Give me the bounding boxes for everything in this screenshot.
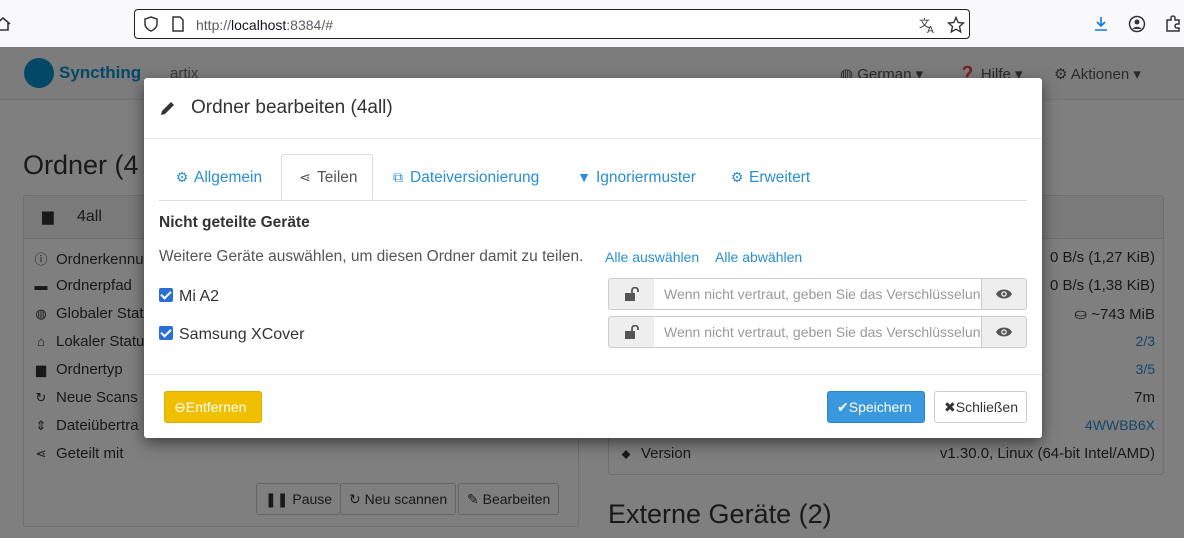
unshared-devices-title: Nicht geteilte Geräte xyxy=(159,214,310,231)
extensions-icon[interactable] xyxy=(1164,15,1182,33)
browser-toolbar: http://localhost:8384/# 文 A xyxy=(0,0,1184,48)
device-name-label: Samsung XCover xyxy=(179,326,305,343)
tab-label: Ignoriermuster xyxy=(596,169,696,186)
tab-label: Allgemein xyxy=(194,169,263,186)
tab-file-versioning[interactable]: ⧉ Dateiversionierung xyxy=(390,154,539,200)
tab-label: Erweitert xyxy=(749,169,811,186)
device-checkbox[interactable] xyxy=(159,288,173,302)
deselect-all-link[interactable]: Alle abwählen xyxy=(715,249,802,265)
minus-circle-icon: ⊖ xyxy=(174,399,186,415)
modal-header: Ordner bearbeiten (4all) xyxy=(144,78,1042,139)
remove-button[interactable]: ⊖Entfernen xyxy=(164,391,262,423)
eye-icon xyxy=(996,327,1012,337)
device-row-mi-a2[interactable]: Mi A2 xyxy=(159,288,219,308)
url-path: :8384/# xyxy=(286,17,334,33)
unlock-toggle[interactable] xyxy=(608,316,655,348)
save-label: Speichern xyxy=(848,399,912,415)
tab-general[interactable]: ⚙ Allgemein xyxy=(174,154,262,200)
edit-folder-modal: Ordner bearbeiten (4all) ⚙ Allgemein ⋖ Tei… xyxy=(144,78,1042,438)
translate-icon[interactable]: 文 A xyxy=(919,16,937,34)
password-group-samsung-xcover: Wenn nicht vertraut, geben Sie das Versc… xyxy=(608,316,1027,348)
modal-tabs: ⚙ Allgemein ⋖ Teilen ⧉ Dateiversionierung ▼… xyxy=(159,154,1027,201)
device-row-samsung-xcover[interactable]: Samsung XCover xyxy=(159,326,304,346)
shield-icon[interactable] xyxy=(143,16,159,32)
select-all-link[interactable]: Alle auswählen xyxy=(605,249,699,265)
tab-ignore-patterns[interactable]: ▼ Ignoriermuster xyxy=(576,154,696,200)
save-button[interactable]: ✔Speichern xyxy=(827,391,925,423)
modal-footer: ⊖Entfernen ✔Speichern ✖Schließen xyxy=(144,374,1042,439)
device-checkbox[interactable] xyxy=(159,326,173,340)
url-text[interactable]: http://localhost:8384/# xyxy=(196,17,333,33)
home-icon[interactable] xyxy=(0,15,12,33)
remove-label: Entfernen xyxy=(185,399,247,415)
show-password-button[interactable] xyxy=(981,278,1027,310)
copy-icon: ⧉ xyxy=(393,169,403,185)
gears-icon: ⚙ xyxy=(730,169,744,185)
account-icon[interactable] xyxy=(1128,15,1146,33)
share-help-text: Weitere Geräte auswählen, um diesen Ordn… xyxy=(159,248,584,265)
unlock-icon xyxy=(624,286,639,301)
close-label: Schließen xyxy=(955,399,1018,415)
close-icon: ✖ xyxy=(944,399,956,415)
device-name-label: Mi A2 xyxy=(179,288,220,305)
close-button[interactable]: ✖Schließen xyxy=(934,391,1027,423)
password-field[interactable]: Wenn nicht vertraut, geben Sie das Versc… xyxy=(654,278,981,310)
svg-text:A: A xyxy=(927,25,934,34)
url-host: localhost xyxy=(231,17,287,33)
modal-title: Ordner bearbeiten (4all) xyxy=(191,97,393,118)
password-group-mi-a2: Wenn nicht vertraut, geben Sie das Versc… xyxy=(608,278,1027,310)
page-icon xyxy=(172,16,184,32)
bookmark-star-icon[interactable] xyxy=(947,16,965,34)
unlock-toggle[interactable] xyxy=(608,278,655,310)
share-icon: ⋖ xyxy=(299,169,311,185)
download-icon[interactable] xyxy=(1092,15,1110,33)
eye-icon xyxy=(996,289,1012,299)
address-bar[interactable]: http://localhost:8384/# 文 A xyxy=(134,9,970,39)
pencil-icon xyxy=(161,102,174,115)
tab-label: Dateiversionierung xyxy=(410,169,540,186)
tab-sharing[interactable]: ⋖ Teilen xyxy=(281,154,373,200)
unlock-icon xyxy=(624,324,639,339)
password-field[interactable]: Wenn nicht vertraut, geben Sie das Versc… xyxy=(654,316,981,348)
tab-label: Teilen xyxy=(317,169,358,186)
check-icon: ✔ xyxy=(837,399,849,415)
tab-advanced[interactable]: ⚙ Erweitert xyxy=(729,154,810,200)
show-password-button[interactable] xyxy=(981,316,1027,348)
filter-icon: ▼ xyxy=(577,169,591,185)
url-scheme: http:// xyxy=(196,17,232,33)
gear-icon: ⚙ xyxy=(175,169,189,185)
